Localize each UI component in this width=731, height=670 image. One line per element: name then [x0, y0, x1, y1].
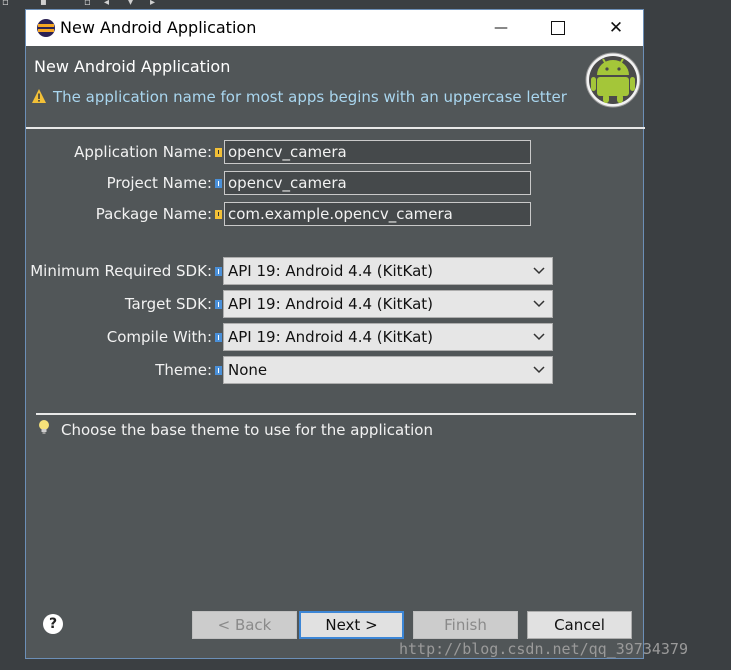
- next-button[interactable]: Next >: [299, 611, 404, 639]
- toolbar-forward-icon[interactable]: ▸: [150, 0, 155, 8]
- target-sdk-label: Target SDK:: [124, 295, 212, 313]
- chevron-down-icon: [533, 267, 545, 275]
- toolbar-edit-icon[interactable]: ▪: [40, 0, 47, 8]
- min-sdk-label: Minimum Required SDK:: [30, 262, 212, 280]
- compile-with-select[interactable]: API 19: Android 4.4 (KitKat): [223, 323, 553, 351]
- title-bar: New Android Application — ✕: [26, 10, 643, 46]
- compile-with-label: Compile With:: [106, 328, 212, 346]
- toolbar-back-icon[interactable]: ◂: [104, 0, 109, 8]
- theme-select[interactable]: None: [223, 356, 553, 384]
- lightbulb-icon: [39, 420, 49, 434]
- warning-icon: [32, 89, 46, 103]
- warning-flag-icon: [215, 148, 222, 157]
- target-sdk-value: API 19: Android 4.4 (KitKat): [228, 295, 434, 313]
- cancel-button[interactable]: Cancel: [527, 611, 632, 639]
- project-name-label: Project Name:: [106, 174, 212, 192]
- new-android-application-dialog: New Android Application — ✕ New Android …: [25, 9, 645, 659]
- info-flag-icon: [215, 366, 222, 375]
- target-sdk-select[interactable]: API 19: Android 4.4 (KitKat): [223, 290, 553, 318]
- toolbar-dropdown-icon[interactable]: ▾: [128, 0, 133, 8]
- minimize-button[interactable]: —: [472, 10, 530, 46]
- page-title: New Android Application: [34, 57, 231, 76]
- info-flag-icon: [215, 179, 222, 188]
- application-name-label: Application Name:: [74, 143, 212, 161]
- chevron-down-icon: [533, 366, 545, 374]
- watermark: http://blog.csdn.net/qq_39734379: [399, 640, 688, 658]
- chevron-down-icon: [533, 333, 545, 341]
- finish-button[interactable]: Finish: [413, 611, 518, 639]
- info-flag-icon: [215, 333, 222, 342]
- theme-hint: Choose the base theme to use for the app…: [61, 421, 433, 439]
- application-name-input[interactable]: opencv_camera: [224, 140, 531, 164]
- minimize-icon: —: [494, 20, 508, 36]
- min-sdk-value: API 19: Android 4.4 (KitKat): [228, 262, 434, 280]
- warning-message: The application name for most apps begin…: [53, 88, 567, 106]
- chevron-down-icon: [533, 300, 545, 308]
- project-name-input[interactable]: opencv_camera: [224, 171, 531, 195]
- theme-value: None: [228, 361, 268, 379]
- close-icon: ✕: [608, 18, 624, 38]
- help-button[interactable]: ?: [43, 614, 63, 634]
- theme-label: Theme:: [155, 361, 212, 379]
- back-button[interactable]: < Back: [192, 611, 297, 639]
- eclipse-icon: [37, 19, 55, 37]
- maximize-icon: [551, 21, 565, 35]
- min-sdk-select[interactable]: API 19: Android 4.4 (KitKat): [223, 257, 553, 285]
- android-logo: [585, 52, 641, 108]
- window-title: New Android Application: [60, 18, 257, 37]
- toolbar-folder-icon[interactable]: ▫: [84, 0, 91, 8]
- warning-flag-icon: [215, 210, 222, 219]
- info-flag-icon: [215, 300, 222, 309]
- package-name-label: Package Name:: [95, 205, 212, 223]
- info-flag-icon: [215, 267, 222, 276]
- help-icon: ?: [48, 616, 58, 632]
- header-separator: [26, 127, 645, 129]
- toolbar-file-icon[interactable]: ▫: [2, 0, 9, 8]
- close-button[interactable]: ✕: [587, 10, 645, 46]
- compile-with-value: API 19: Android 4.4 (KitKat): [228, 328, 434, 346]
- maximize-button[interactable]: [529, 10, 587, 46]
- hint-separator: [36, 413, 636, 415]
- package-name-input[interactable]: com.example.opencv_camera: [224, 202, 531, 226]
